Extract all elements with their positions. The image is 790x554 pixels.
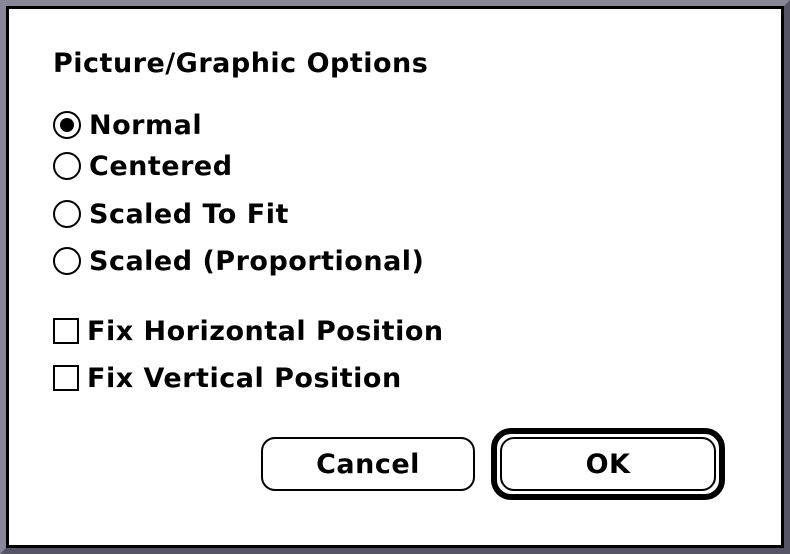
radio-button[interactable]: [53, 200, 81, 228]
radio-button[interactable]: [53, 152, 81, 180]
radio-button-selected[interactable]: [53, 111, 81, 139]
picture-graphic-options-dialog: Picture/Graphic Options Normal Centered …: [0, 0, 790, 554]
checkbox-fix-vertical[interactable]: [53, 365, 79, 391]
checkbox-fix-horizontal[interactable]: [53, 318, 79, 344]
checkbox-label-fix-vertical: Fix Vertical Position: [87, 362, 402, 394]
cancel-button[interactable]: Cancel: [261, 437, 475, 491]
ok-button[interactable]: OK: [500, 437, 716, 491]
radio-option-centered[interactable]: Centered: [53, 146, 233, 186]
radio-option-scaled-to-fit[interactable]: Scaled To Fit: [53, 194, 289, 234]
checkbox-option-fix-vertical[interactable]: Fix Vertical Position: [53, 358, 402, 398]
radio-label-normal: Normal: [89, 109, 203, 141]
dialog-title: Picture/Graphic Options: [53, 48, 429, 79]
radio-label-scaled-to-fit: Scaled To Fit: [89, 198, 289, 230]
checkbox-label-fix-horizontal: Fix Horizontal Position: [87, 315, 444, 347]
radio-label-scaled-proportional: Scaled (Proportional): [89, 245, 425, 277]
radio-label-centered: Centered: [89, 150, 233, 182]
radio-button[interactable]: [53, 247, 81, 275]
radio-option-normal[interactable]: Normal: [53, 105, 202, 145]
checkbox-option-fix-horizontal[interactable]: Fix Horizontal Position: [53, 311, 444, 351]
radio-option-scaled-proportional[interactable]: Scaled (Proportional): [53, 241, 424, 281]
